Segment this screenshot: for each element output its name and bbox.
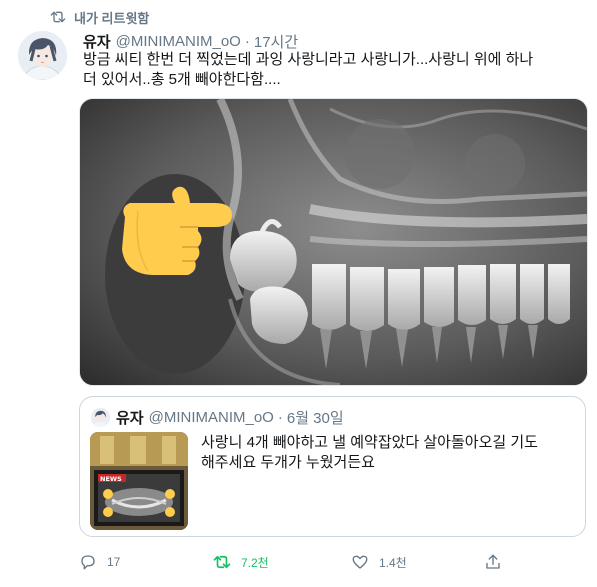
author-avatar[interactable] [18,31,67,80]
quoted-tweet-text: 사랑니 4개 빼야하고 낼 예약잡았다 살아돌아오길 기도 해주세요 두개가 누… [201,434,538,471]
retweet-button[interactable]: 7.2천 [213,552,269,572]
tweet-timestamp[interactable]: 17시간 [254,31,298,52]
quoted-tweet-timestamp: 6월 30일 [286,409,344,427]
author-name[interactable]: 유자 [83,31,111,52]
like-button[interactable]: 1.4천 [351,552,407,572]
retweet-count: 7.2천 [241,555,269,570]
quoted-tweet[interactable]: 유자 @MINIMANIM_oO · 6월 30일 NEWS 사랑니 4개 빼야… [79,396,586,537]
reply-button[interactable]: 17 [79,552,120,572]
heart-icon [352,555,368,569]
news-label: NEWS [100,475,122,483]
retweet-context-label: 내가 리트윗함 [74,10,150,26]
author-handle[interactable]: @MINIMANIM_oO [116,33,241,50]
tweet-header: 유자 @MINIMANIM_oO · 17시간 [83,31,298,51]
tweet-text: 방금 씨티 한번 더 찍었는데 과잉 사랑니라고 사랑니가...사랑니 위에 하… [83,51,534,88]
share-button[interactable] [484,552,502,572]
separator-dot: · [244,32,250,50]
quoted-tweet-thumbnail: NEWS [90,432,188,530]
separator-dot: · [277,408,283,426]
retweet-context: 내가 리트윗함 [50,8,149,26]
retweet-icon [213,555,231,569]
tweet-media-image[interactable] [79,98,588,386]
reply-icon [81,555,95,570]
reply-count: 17 [107,555,121,569]
quoted-author-handle: @MINIMANIM_oO [148,408,274,426]
retweet-icon [50,11,66,23]
tweet-action-bar: 17 7.2천 1.4천 [79,552,584,572]
like-count: 1.4천 [379,555,407,570]
share-icon [486,554,500,569]
quoted-author-avatar [91,408,110,427]
quoted-tweet-header: 유자 @MINIMANIM_oO · 6월 30일 [116,407,344,427]
quoted-author-name: 유자 [116,409,144,427]
